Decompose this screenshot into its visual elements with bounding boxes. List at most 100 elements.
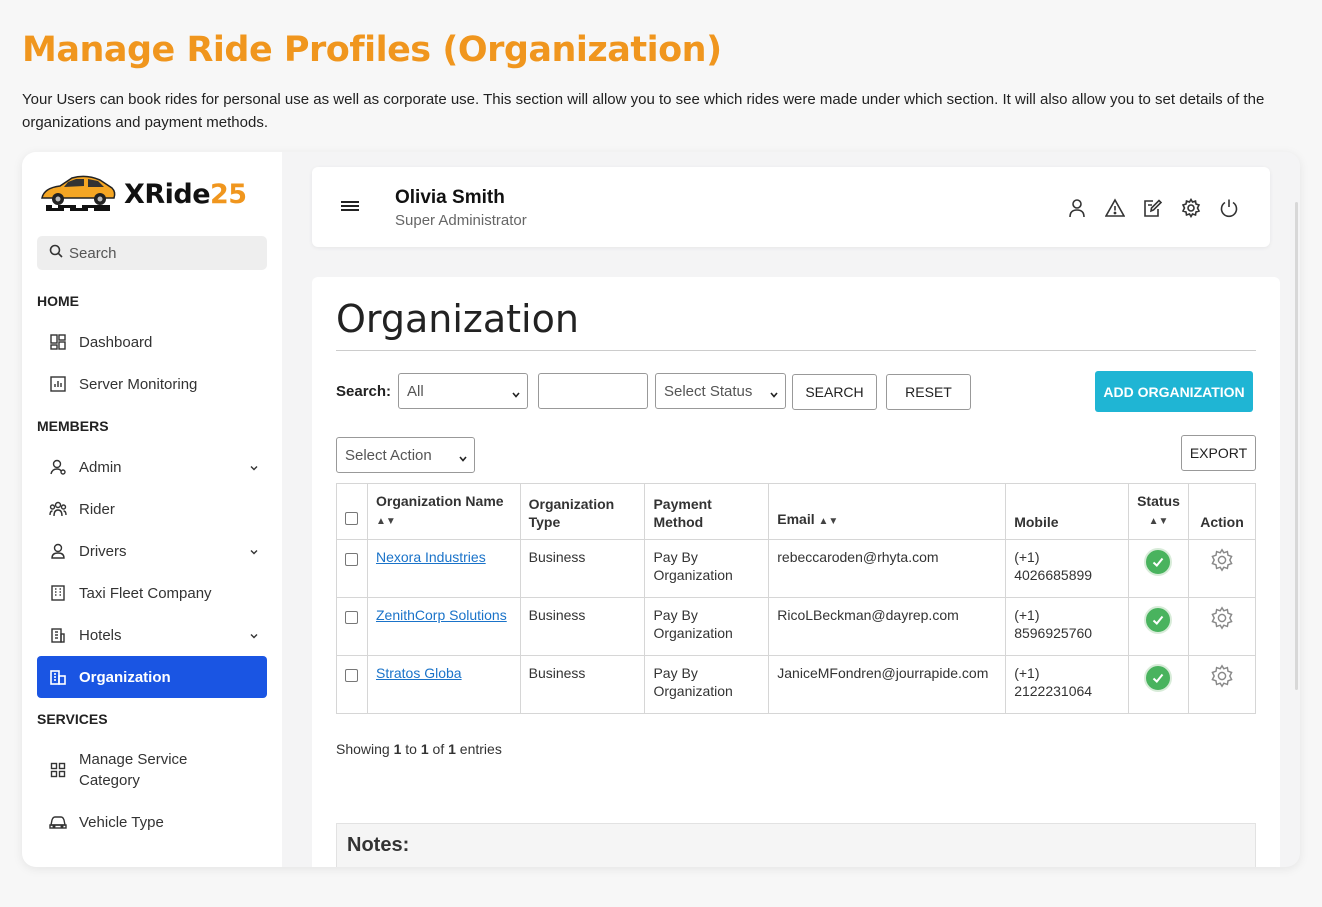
org-name-cell: ZenithCorp Solutions bbox=[366, 597, 521, 656]
search-field-select[interactable]: All bbox=[398, 373, 528, 409]
mobile-text: (+1) 2122231064 bbox=[1014, 665, 1093, 699]
page-heading: Manage Ride Profiles (Organization) bbox=[22, 30, 722, 70]
sidebar-item-label: Drivers bbox=[79, 542, 127, 560]
row-checkbox[interactable] bbox=[345, 611, 358, 624]
mobile-text: (+1) bbox=[1014, 607, 1040, 623]
column-label: Payment bbox=[653, 496, 712, 512]
sidebar: XRide25 HOME Dashboard Server Monitoring… bbox=[22, 152, 282, 867]
sidebar-item-rider[interactable]: Rider bbox=[37, 488, 267, 530]
sidebar-item-taxi-fleet-company[interactable]: Taxi Fleet Company bbox=[37, 572, 267, 614]
sidebar-item-label: Vehicle Type bbox=[79, 813, 164, 831]
user-name: Olivia Smith bbox=[395, 187, 505, 208]
column-label: Mobile bbox=[1014, 514, 1059, 530]
sidebar-item-organization[interactable]: Organization bbox=[37, 656, 267, 698]
select-all-checkbox[interactable] bbox=[345, 512, 358, 525]
payment-method-cell: Pay By Organization bbox=[644, 655, 770, 714]
search-label: Search: bbox=[336, 383, 392, 400]
chevron-down-icon bbox=[249, 460, 259, 477]
showing-text: Showing bbox=[336, 741, 394, 757]
hotel-icon bbox=[49, 626, 67, 644]
gear-icon[interactable] bbox=[1210, 548, 1234, 575]
search-keyword-input[interactable] bbox=[538, 373, 648, 409]
search-field-value: All bbox=[407, 382, 424, 400]
sidebar-item-label: Dashboard bbox=[79, 333, 153, 351]
column-label: Organization Name bbox=[375, 493, 504, 509]
payment-text: Pay By bbox=[653, 665, 698, 681]
sidebar-item-admin[interactable]: Admin bbox=[37, 446, 267, 488]
search-button[interactable]: SEARCH bbox=[792, 374, 877, 410]
row-checkbox[interactable] bbox=[345, 669, 358, 682]
gear-icon[interactable] bbox=[1180, 197, 1202, 219]
gear-icon[interactable] bbox=[1210, 606, 1234, 633]
table-header-row: Organization Name ▲▼ Organization Type Pay… bbox=[336, 483, 1257, 540]
chevron-down-icon bbox=[458, 451, 468, 468]
pagination-info: Showing 1 to 1 of 1 entries bbox=[336, 741, 502, 757]
row-select-cell bbox=[336, 655, 368, 714]
status-select-value: Select Status bbox=[664, 382, 753, 400]
column-organization-name[interactable]: Organization Name ▲▼ bbox=[366, 483, 521, 540]
showing-to: 1 bbox=[420, 741, 429, 757]
chevron-down-icon bbox=[249, 628, 259, 645]
page-intro: Your Users can book rides for personal u… bbox=[22, 91, 1265, 131]
reset-button[interactable]: RESET bbox=[886, 374, 971, 410]
org-name-link[interactable]: Nexora Industries bbox=[376, 549, 486, 565]
payment-text: Organization bbox=[653, 567, 733, 583]
edit-icon[interactable] bbox=[1142, 197, 1164, 219]
bulk-action-select[interactable]: Select Action bbox=[336, 437, 475, 473]
power-icon[interactable] bbox=[1218, 197, 1240, 219]
chevron-down-icon bbox=[249, 544, 259, 561]
org-type-cell: Business bbox=[519, 597, 646, 656]
brand-number: 25 bbox=[210, 179, 247, 210]
row-checkbox[interactable] bbox=[345, 553, 358, 566]
showing-text: of bbox=[428, 741, 449, 757]
sidebar-item-dashboard[interactable]: Dashboard bbox=[37, 321, 267, 363]
brand-logo[interactable]: XRide25 bbox=[38, 170, 247, 219]
alert-icon[interactable] bbox=[1104, 197, 1126, 219]
org-name-cell: Nexora Industries bbox=[366, 539, 521, 598]
status-cell bbox=[1128, 597, 1189, 656]
status-select[interactable]: Select Status bbox=[655, 373, 786, 409]
payment-text: Organization bbox=[653, 683, 733, 699]
payment-text: Pay By bbox=[653, 549, 698, 565]
sidebar-item-vehicle-type[interactable]: Vehicle Type bbox=[37, 801, 267, 843]
hamburger-icon[interactable] bbox=[340, 198, 360, 219]
status-cell bbox=[1128, 655, 1189, 714]
column-email[interactable]: Email ▲▼ bbox=[768, 483, 1007, 540]
org-name-link[interactable]: Stratos Globa bbox=[376, 665, 462, 681]
organization-table: Organization Name ▲▼ Organization Type Pay… bbox=[336, 483, 1257, 714]
sidebar-item-manage-service-category[interactable]: Manage Service Category bbox=[37, 743, 267, 797]
check-icon[interactable] bbox=[1144, 664, 1173, 692]
chevron-down-icon bbox=[511, 387, 521, 404]
dashboard-icon bbox=[49, 333, 67, 351]
status-cell bbox=[1128, 539, 1189, 598]
column-label: Type bbox=[528, 514, 561, 530]
sidebar-search-input[interactable] bbox=[69, 244, 249, 262]
column-status[interactable]: Status ▲▼ bbox=[1128, 483, 1189, 540]
payment-text: Organization bbox=[653, 625, 733, 641]
payment-method-cell: Pay By Organization bbox=[644, 597, 770, 656]
mobile-cell: (+1) 4026685899 bbox=[1005, 539, 1129, 598]
driver-icon bbox=[49, 542, 67, 560]
org-name-link[interactable]: ZenithCorp Solutions bbox=[376, 607, 507, 623]
check-icon[interactable] bbox=[1144, 606, 1173, 634]
add-organization-button[interactable]: ADD ORGANIZATION bbox=[1095, 371, 1253, 412]
sort-icon: ▲▼ bbox=[1148, 516, 1169, 527]
email-cell: RicoLBeckman@dayrep.com bbox=[768, 597, 1007, 656]
organization-card: Organization Search: All Select Status S… bbox=[312, 277, 1280, 867]
content-scrollbar[interactable] bbox=[1295, 202, 1298, 690]
mobile-text: 8596925760 bbox=[1014, 625, 1093, 641]
gear-icon[interactable] bbox=[1210, 664, 1234, 691]
rider-icon bbox=[49, 500, 67, 518]
sidebar-item-server-monitoring[interactable]: Server Monitoring bbox=[37, 363, 267, 405]
check-icon[interactable] bbox=[1144, 548, 1173, 576]
admin-icon bbox=[49, 458, 67, 476]
user-icon[interactable] bbox=[1066, 197, 1088, 219]
action-cell bbox=[1187, 597, 1257, 656]
mobile-cell: (+1) 2122231064 bbox=[1005, 655, 1129, 714]
sidebar-item-hotels[interactable]: Hotels bbox=[37, 614, 267, 656]
export-button[interactable]: EXPORT bbox=[1181, 435, 1256, 471]
grid-icon bbox=[49, 761, 67, 779]
sidebar-item-drivers[interactable]: Drivers bbox=[37, 530, 267, 572]
organization-icon bbox=[49, 668, 67, 686]
column-label: Organization bbox=[528, 496, 615, 512]
